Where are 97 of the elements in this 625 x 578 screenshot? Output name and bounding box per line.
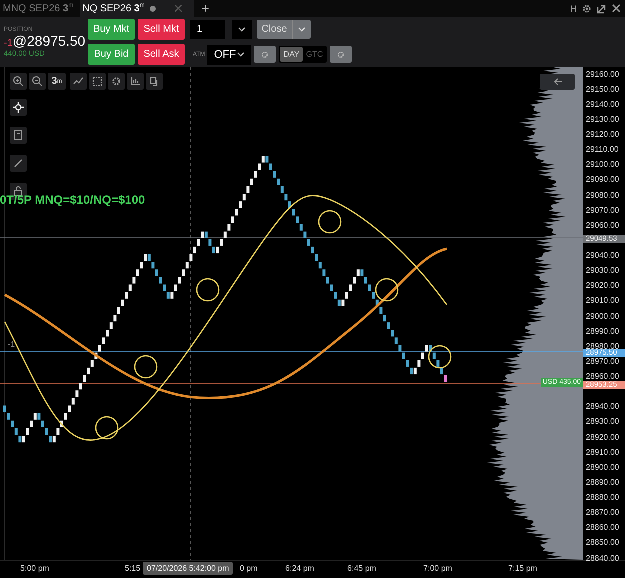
settings-icon[interactable] xyxy=(582,4,592,14)
chevron-icon xyxy=(237,52,246,57)
price-label: 29110.00 xyxy=(585,145,619,154)
position-marker: -1 xyxy=(8,340,16,349)
line-chart-icon xyxy=(73,76,84,87)
price-label: 29020.00 xyxy=(585,281,620,290)
time-label: 5:15 xyxy=(125,564,141,573)
price-label: 29080.00 xyxy=(585,190,620,200)
crosshair-icon xyxy=(13,102,24,113)
price-label: 29150.00 xyxy=(585,84,620,94)
copy-button[interactable] xyxy=(146,73,163,90)
time-label: 0 pm xyxy=(240,564,258,573)
price-label: 29070.00 xyxy=(585,206,620,215)
zoom-out-icon xyxy=(32,76,43,87)
time-label: 6:24 pm xyxy=(286,564,314,573)
price-label: 28860.00 xyxy=(585,523,620,532)
price-label: 29160.00 xyxy=(585,70,620,78)
strategy-label: 0T/5P MNQ=$10/NQ=$100 xyxy=(0,193,146,207)
price-label: 29090.00 xyxy=(585,175,620,184)
quantity-field[interactable]: 1 xyxy=(190,20,225,39)
status-dot-icon xyxy=(150,6,156,12)
signal-marker xyxy=(375,278,399,302)
price-label: 29060.00 xyxy=(585,220,620,230)
line-icon xyxy=(13,158,24,169)
close-icon[interactable] xyxy=(612,4,621,13)
selection-icon xyxy=(92,76,103,87)
position-quantity: -1 xyxy=(4,38,13,48)
order-button[interactable]: Sell Mkt xyxy=(138,19,185,40)
lock-icon xyxy=(13,186,24,197)
axis-button[interactable] xyxy=(127,73,144,90)
price-label: 28850.00 xyxy=(585,538,620,548)
price-label: 28910.00 xyxy=(585,448,620,457)
copy-icon xyxy=(149,76,160,87)
time-in-force-toggle[interactable]: DAY xyxy=(280,47,304,62)
gear-icon xyxy=(111,76,122,87)
price-label: 28940.00 xyxy=(585,402,620,412)
order-button[interactable]: Buy Mkt xyxy=(88,19,135,40)
price-label: 28870.00 xyxy=(585,508,620,518)
price-label: 28970.00 xyxy=(585,356,620,366)
signal-marker xyxy=(134,355,158,379)
chevron-icon xyxy=(238,27,246,32)
price-label: 29100.00 xyxy=(585,160,620,170)
selection-button[interactable] xyxy=(89,73,106,90)
crosshair-time-tag: 07/20/2026 5:42:00 pm xyxy=(143,562,234,575)
back-button[interactable] xyxy=(540,74,575,90)
chart-tab[interactable]: MNQ SEP26 3$^{m}$ xyxy=(0,0,80,17)
signal-marker xyxy=(95,416,119,440)
interval-button[interactable]: 3$^{m}$ xyxy=(48,73,66,90)
time-label: 7:00 pm xyxy=(424,564,452,573)
price-label: 28960.00 xyxy=(585,372,620,381)
atm-dropdown[interactable]: OFF xyxy=(207,44,252,64)
bar-chart-icon xyxy=(130,76,141,87)
signal-marker xyxy=(318,210,342,234)
atm-settings-button[interactable] xyxy=(254,46,276,63)
crosshair-button[interactable] xyxy=(10,99,27,116)
zoom-out-button[interactable] xyxy=(29,73,46,90)
price-label: 28990.00 xyxy=(585,326,620,336)
price-label: 28920.00 xyxy=(585,432,620,442)
price-label: 29140.00 xyxy=(585,100,620,109)
document-icon xyxy=(13,130,24,141)
price-label: 28930.00 xyxy=(585,417,620,426)
chart-tab[interactable]: NQ SEP26 3$^{m}$ xyxy=(80,0,194,17)
price-label: 29030.00 xyxy=(585,266,620,276)
gear-icon xyxy=(337,50,346,58)
order-settings-button[interactable] xyxy=(330,46,352,63)
time-label: 7:15 pm xyxy=(508,564,538,573)
time-label: 6:45 pm xyxy=(348,564,376,573)
line-chart-button[interactable] xyxy=(70,73,87,90)
order-button[interactable]: Sell Ask xyxy=(138,44,185,65)
signal-marker xyxy=(196,278,220,302)
quantity-dropdown-button[interactable] xyxy=(232,20,252,39)
position-price: @28975.50 xyxy=(12,32,86,48)
price-label: 29010.00 xyxy=(585,296,620,306)
gear-icon xyxy=(261,50,270,58)
zoom-in-icon xyxy=(13,76,24,87)
draw-line-button[interactable] xyxy=(10,155,27,172)
signal-marker xyxy=(428,345,452,369)
arrow-left-icon xyxy=(552,78,562,86)
window-button[interactable]: H xyxy=(570,4,577,14)
price-label: 28880.00 xyxy=(585,493,620,502)
price-label: 28840.00 xyxy=(585,554,620,562)
price-label: 28900.00 xyxy=(585,462,620,472)
price-label: 28980.00 xyxy=(585,342,620,351)
zoom-in-button[interactable] xyxy=(10,73,27,90)
chevron-icon[interactable] xyxy=(298,27,306,32)
price-label: 29000.00 xyxy=(585,312,620,320)
price-label: 29120.00 xyxy=(585,130,620,139)
order-button[interactable]: Buy Bid xyxy=(88,44,135,65)
time-label: 5:00 pm xyxy=(20,564,50,573)
price-label: 29040.00 xyxy=(585,251,620,260)
add-tab-button[interactable]: + xyxy=(202,0,210,17)
time-in-force-toggle[interactable]: GTC xyxy=(303,47,326,62)
popout-icon[interactable] xyxy=(597,4,607,14)
notes-button[interactable] xyxy=(10,127,27,144)
price-label: 29130.00 xyxy=(585,114,620,124)
price-label: 28890.00 xyxy=(585,478,620,487)
settings-button[interactable] xyxy=(108,73,125,90)
